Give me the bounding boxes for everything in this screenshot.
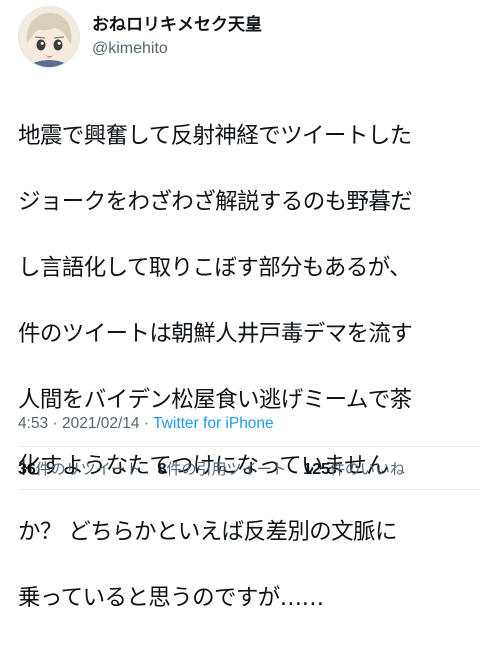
tweet-text-line: か？ どちらかといえば反差別の文脈に — [18, 519, 397, 545]
divider — [18, 446, 480, 447]
quote-tweet-label: 件の引用ツイート — [166, 460, 287, 478]
tweet-stats: 36件のリツイート 8件の引用ツイート 125件のいいね — [18, 458, 480, 481]
likes-stat[interactable]: 125件のいいね — [303, 458, 405, 481]
tweet-text-line: 乗っていると思うのですが…… — [18, 585, 324, 611]
tweet-meta: 4:53 · 2021/02/14 · Twitter for iPhone — [18, 413, 468, 435]
author-names: おねロリキメセク天皇 @kimehito — [92, 14, 262, 60]
like-count: 125 — [303, 461, 330, 478]
tweet-text: 地震で興奮して反射神経でツイートした ジョークをわざわざ解説するのも野暮だ し言… — [18, 87, 468, 648]
like-label: 件のいいね — [330, 460, 406, 478]
quote-tweets-stat[interactable]: 8件の引用ツイート — [158, 458, 287, 481]
meta-separator: · — [52, 415, 58, 432]
divider — [18, 489, 480, 490]
avatar[interactable] — [18, 6, 80, 68]
tweet-text-line: 地震で興奮して反射神経でツイートした — [18, 123, 412, 149]
retweet-label: 件のリツイート — [35, 460, 141, 478]
tweet-header: おねロリキメセク天皇 @kimehito — [14, 6, 466, 70]
display-name[interactable]: おねロリキメセク天皇 — [92, 14, 262, 36]
tweet-text-line: 件のツイートは朝鮮人井戸毒デマを流す — [18, 321, 413, 347]
tweet-text-line: し言語化して取りこぼす部分もあるが、 — [18, 255, 412, 281]
tweet-text-line: ジョークをわざわざ解説するのも野暮だ — [18, 189, 413, 215]
user-handle[interactable]: @kimehito — [92, 38, 262, 60]
quote-tweet-count: 8 — [157, 461, 167, 478]
meta-separator: · — [143, 415, 150, 432]
retweet-count: 36 — [18, 461, 36, 478]
tweet-date[interactable]: 2021/02/14 — [62, 415, 140, 432]
tweet-time[interactable]: 4:53 — [18, 415, 48, 432]
retweets-stat[interactable]: 36件のリツイート — [18, 458, 141, 481]
anime-character-avatar-icon — [19, 7, 79, 67]
tweet-source-link[interactable]: Twitter for iPhone — [153, 415, 274, 432]
